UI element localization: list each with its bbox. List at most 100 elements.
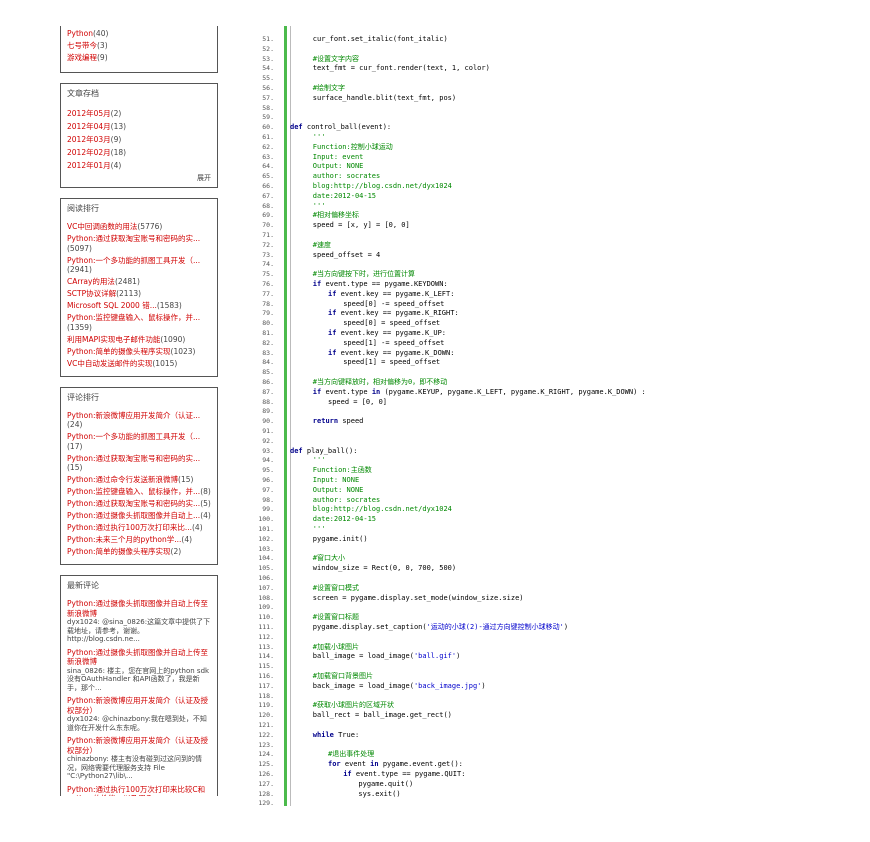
category-link[interactable]: Python(40) <box>67 29 211 39</box>
reading-rank-item-label: VC中回调函数的用法 <box>67 222 138 231</box>
reading-rank-item[interactable]: Microsoft SQL 2000 错...(1583) <box>67 301 211 311</box>
category-count: (3) <box>97 41 108 50</box>
comment-rank-item[interactable]: Python:通过执行100万次打印来比...(4) <box>67 523 211 533</box>
code-token: def <box>290 446 307 455</box>
code-token: for <box>328 760 345 769</box>
line-number: 87. <box>262 387 274 396</box>
comment-rank-item[interactable]: Python:通过获取淘宝账号和密码的实...(5) <box>67 499 211 509</box>
line-number: 75. <box>262 270 274 279</box>
line-number: 90. <box>262 417 274 426</box>
latest-comment-link[interactable]: Python:通过执行100万次打印来比较C和python的性能，以及用C <box>67 785 211 797</box>
code-token: blog:http://blog.csdn.net/dyx1024 <box>312 505 452 514</box>
comment-rank-item[interactable]: Python:通过摄像头抓取图像并自动上...(4) <box>67 511 211 521</box>
line-number: 88. <box>262 397 274 406</box>
reading-rank-box: 阅读排行 VC中回调函数的用法(5776) Python:通过获取淘宝账号和密码的… <box>60 198 218 377</box>
code-token: #设置窗口模式 <box>312 583 360 592</box>
reading-rank-item-label: 利用MAPI实现电子邮件功能 <box>67 334 161 344</box>
archive-month-link[interactable]: 2012年01月(4) <box>67 159 211 172</box>
line-number: 59. <box>262 113 274 122</box>
archive-expand-link[interactable]: 展开 <box>61 173 217 187</box>
reading-rank-item[interactable]: CArray的用法(2481) <box>67 277 211 287</box>
reading-rank-item[interactable]: Python:简单的摄像头程序实现(1023) <box>67 347 211 357</box>
code-token: speed = [0, 0] <box>328 397 388 406</box>
line-number: 114. <box>258 652 274 661</box>
code-text: for event in pygame.event.get(): <box>328 759 463 769</box>
line-number: 102. <box>258 534 274 543</box>
category-list: Python(40) 七号带今(3) 游戏编程(9) <box>61 26 217 70</box>
reading-rank-item[interactable]: VC中回调函数的用法(5776) <box>67 222 211 232</box>
reading-rank-item[interactable]: Python:通过获取淘宝账号和密码的实...(5097) <box>67 234 211 253</box>
line-number: 119. <box>258 701 274 710</box>
code-token: Input: NONE <box>312 476 360 484</box>
latest-comment-link[interactable]: Python:新浪微博应用开发简介（认证及授权部分） <box>67 736 211 755</box>
code-text: blog:http://blog.csdn.net/dyx1024 <box>313 181 452 191</box>
latest-comment-entry: Python:通过摄像头抓取图像并自动上传至新浪微博 dyx1024: @sina… <box>67 599 211 644</box>
line-number: 74. <box>262 260 274 269</box>
line-number: 99. <box>262 505 274 514</box>
code-token: speed = [x, y] = [0, 0] <box>312 221 410 230</box>
reading-rank-item-count: (2481) <box>114 277 140 286</box>
category-link[interactable]: 七号带今(3) <box>67 41 211 51</box>
archive-list: 2012年05月(2) 2012年04月(13) 2012年03月(9) 2012年0… <box>61 101 217 177</box>
comment-rank-item[interactable]: Python:通过命令行发送新浪微博(15) <box>67 475 211 485</box>
latest-comment-link[interactable]: Python:新浪微博应用开发简介（认证及授权部分） <box>67 696 211 715</box>
latest-comment-link[interactable]: Python:通过摄像头抓取图像并自动上传至新浪微博 <box>67 599 211 618</box>
reading-rank-item[interactable]: VC中自动发送邮件的实现(1015) <box>67 359 211 369</box>
latest-comment-entry: Python:通过执行100万次打印来比较C和python的性能，以及用C <box>67 785 211 797</box>
code-text: #加载窗口背景图片 <box>313 671 373 681</box>
code-token: ) <box>563 623 569 631</box>
archive-month-count: (13) <box>110 122 127 131</box>
comment-rank-item[interactable]: Python:监控键盘输入、鼠标操作，并...(8) <box>67 487 211 497</box>
comment-rank-item[interactable]: Python:一个多功能的抓图工具开发（...(17) <box>67 432 211 451</box>
comment-rank-item[interactable]: Python:通过获取淘宝账号和密码的实...(15) <box>67 454 211 473</box>
code-text: if event.type == pygame.QUIT: <box>343 769 465 779</box>
line-number: 62. <box>262 142 274 151</box>
archive-month-count: (2) <box>110 109 122 118</box>
comment-rank-item[interactable]: Python:未来三个月的python学...(4) <box>67 535 211 545</box>
archive-month-label: 2012年04月 <box>67 122 111 131</box>
archive-month-link[interactable]: 2012年02月(18) <box>67 146 211 159</box>
code-token: #窗口大小 <box>312 554 346 563</box>
latest-comments-list: Python:通过摄像头抓取图像并自动上传至新浪微博 dyx1024: @sina… <box>61 593 217 796</box>
code-token: speed[1] -= speed_offset <box>343 338 445 347</box>
reading-rank-item[interactable]: SCTP协议详解(2113) <box>67 289 211 299</box>
code-text: author: socrates <box>313 495 380 505</box>
comment-rank-item-count: (4) <box>181 535 193 544</box>
line-number: 128. <box>258 789 274 798</box>
reading-rank-item-label: Python:一个多功能的抓图工具开发（... <box>67 255 201 265</box>
code-token: #设置窗口标题 <box>312 613 360 622</box>
code-token: #加载小球图片 <box>312 642 360 651</box>
code-token: event.type == pygame.QUIT: <box>355 770 466 778</box>
line-number: 113. <box>258 642 274 651</box>
comment-rank-item[interactable]: Python:新浪微博应用开发简介（认证...(24) <box>67 411 211 430</box>
reading-rank-item-count: (1583) <box>156 301 182 310</box>
code-token: if <box>328 309 341 318</box>
code-text: #速度 <box>313 240 331 250</box>
comment-rank-item-label: Python:通过获取淘宝账号和密码的实... <box>67 453 201 463</box>
reading-rank-item-count: (1090) <box>160 334 186 344</box>
code-text: #设置窗口标题 <box>313 612 359 622</box>
line-number: 56. <box>262 84 274 92</box>
line-number: 86. <box>262 378 274 386</box>
latest-comment-link[interactable]: Python:通过摄像头抓取图像并自动上传至新浪微博 <box>67 648 211 667</box>
reading-rank-item[interactable]: 利用MAPI实现电子邮件功能(1090) <box>67 335 211 345</box>
code-token: date:2012-04-15 <box>312 191 377 200</box>
code-text: if event.type in (pygame.KEYUP, pygame.K… <box>313 387 646 397</box>
reading-rank-item[interactable]: Python:一个多功能的抓图工具开发（...(2941) <box>67 256 211 275</box>
archive-month-link[interactable]: 2012年04月(13) <box>67 120 211 133</box>
category-link[interactable]: 游戏编程(9) <box>67 53 211 63</box>
code-token: speed[0] -= speed_offset <box>343 299 445 308</box>
reading-rank-item-count: (2113) <box>116 289 142 298</box>
archive-month-link[interactable]: 2012年05月(2) <box>67 107 211 120</box>
line-number: 66. <box>262 182 274 190</box>
comment-rank-item[interactable]: Python:简单的摄像头程序实现(2) <box>67 547 211 557</box>
code-token: speed[1] = speed_offset <box>343 358 441 367</box>
reading-rank-item[interactable]: Python:监控键盘输入、鼠标操作，并...(1359) <box>67 313 211 332</box>
code-token: event.type == pygame.KEYDOWN: <box>325 280 448 288</box>
line-number: 81. <box>262 329 274 337</box>
line-number: 53. <box>262 54 274 63</box>
archive-month-link[interactable]: 2012年03月(9) <box>67 133 211 146</box>
line-number: 52. <box>262 44 274 53</box>
code-token: blog:http://blog.csdn.net/dyx1024 <box>312 182 452 190</box>
archive-month-label: 2012年01月 <box>67 161 111 170</box>
